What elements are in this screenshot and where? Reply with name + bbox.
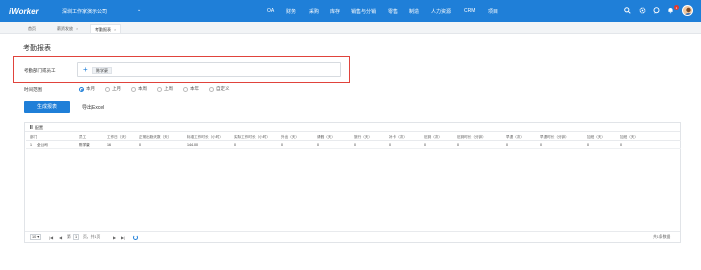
table-cell: 0 bbox=[540, 143, 542, 147]
tab-attendance-label: 考勤报表 bbox=[95, 27, 111, 32]
table-cell: 0 bbox=[354, 143, 356, 147]
top-navbar: iWorker 深圳工作家演示公司 ⌄ OA 财务 采购 库存 销售与分销 零售… bbox=[0, 0, 701, 22]
generate-report-button[interactable]: 生成报表 bbox=[24, 101, 70, 113]
department-employee-picker[interactable]: + 陈学豪 bbox=[77, 62, 341, 77]
radio-label: 上周 bbox=[164, 86, 173, 91]
department-employee-label: 考勤部门或员工 bbox=[24, 68, 56, 73]
settings-icon[interactable] bbox=[638, 6, 647, 15]
nav-item-project[interactable]: 项目 bbox=[488, 8, 498, 15]
last-page-button[interactable]: ▶| bbox=[121, 235, 125, 240]
time-range-label: 时间范围 bbox=[24, 87, 42, 92]
radio-custom[interactable]: 自定义 bbox=[209, 86, 230, 92]
radio-last-month[interactable]: 上月 bbox=[105, 86, 121, 92]
tab-home[interactable]: 首页 bbox=[24, 24, 40, 33]
table-cell: 0 bbox=[457, 143, 459, 147]
record-count: 共1条数据 bbox=[653, 235, 671, 239]
table-cell: 16 bbox=[107, 143, 111, 147]
export-excel-button[interactable]: 导出Excel bbox=[82, 104, 104, 111]
tab-home-label: 首页 bbox=[28, 26, 36, 31]
radio-unchecked-icon bbox=[209, 86, 214, 92]
table-cell: 0 bbox=[234, 143, 236, 147]
table-cell: 0 bbox=[587, 143, 589, 147]
selected-employee-chip[interactable]: 陈学豪 bbox=[92, 67, 112, 74]
prev-page-button[interactable]: ◀ bbox=[59, 235, 62, 240]
page-size-select[interactable]: 10 ▾ bbox=[30, 234, 42, 240]
table-cell: 0 bbox=[317, 143, 319, 147]
panel-header: 配置 bbox=[25, 123, 680, 132]
radio-label: 本月 bbox=[86, 86, 95, 91]
report-panel: 配置 部门 员工 工作日（天） 正常出勤天数（天） 标准工作时长（小时） 实际工… bbox=[24, 122, 681, 243]
header-divider bbox=[26, 140, 681, 141]
row-index: 1 bbox=[30, 143, 32, 147]
radio-unchecked-icon bbox=[157, 86, 162, 92]
radio-this-year[interactable]: 本年 bbox=[183, 86, 199, 92]
tab-payroll[interactable]: 薪资发放 × bbox=[53, 24, 83, 33]
table-cell: 0 bbox=[281, 143, 283, 147]
tab-attendance-report[interactable]: 考勤报表 × bbox=[90, 24, 122, 33]
tab-strip: 首页 薪资发放 × 考勤报表 × bbox=[0, 22, 701, 34]
first-page-button[interactable]: |◀ bbox=[49, 235, 53, 240]
pagination-bar: 10 ▾ |◀ ◀ 第 1 页，共1页 ▶ ▶| 共1条数据 bbox=[25, 231, 680, 243]
radio-label: 本周 bbox=[138, 86, 147, 91]
nav-item-manufacturing[interactable]: 制造 bbox=[409, 8, 419, 15]
radio-label: 本年 bbox=[190, 86, 199, 91]
company-name[interactable]: 深圳工作家演示公司 bbox=[62, 8, 107, 15]
page-prefix: 第 bbox=[67, 235, 71, 239]
user-avatar[interactable] bbox=[682, 5, 693, 16]
chat-icon[interactable] bbox=[652, 6, 661, 15]
radio-label: 上月 bbox=[112, 86, 121, 91]
notification-badge: 1 bbox=[674, 5, 679, 10]
page-title: 考勤报表 bbox=[23, 45, 51, 52]
refresh-icon[interactable] bbox=[133, 234, 138, 240]
company-dropdown-icon[interactable]: ⌄ bbox=[137, 7, 141, 13]
page-number-input[interactable]: 1 bbox=[73, 234, 80, 240]
nav-item-crm[interactable]: CRM bbox=[464, 8, 475, 14]
radio-unchecked-icon bbox=[105, 86, 110, 92]
next-page-button[interactable]: ▶ bbox=[113, 235, 116, 240]
close-icon[interactable]: × bbox=[114, 27, 116, 32]
radio-unchecked-icon bbox=[131, 86, 136, 92]
tab-payroll-label: 薪资发放 bbox=[57, 26, 73, 31]
app-logo[interactable]: iWorker bbox=[9, 7, 39, 16]
table-cell: 0 bbox=[389, 143, 391, 147]
table-cell: 0 bbox=[139, 143, 141, 147]
nav-item-retail[interactable]: 零售 bbox=[388, 8, 398, 15]
close-icon[interactable]: × bbox=[76, 26, 78, 31]
radio-this-week[interactable]: 本周 bbox=[131, 86, 147, 92]
table-cell: 0 bbox=[620, 143, 622, 147]
config-button[interactable]: 配置 bbox=[35, 125, 43, 131]
nav-item-purchase[interactable]: 采购 bbox=[309, 8, 319, 15]
page-suffix: 页，共1页 bbox=[83, 235, 101, 239]
table-cell: 0 bbox=[506, 143, 508, 147]
nav-item-finance[interactable]: 财务 bbox=[286, 8, 296, 15]
nav-item-oa[interactable]: OA bbox=[267, 8, 274, 14]
radio-last-week[interactable]: 上周 bbox=[157, 86, 173, 92]
radio-unchecked-icon bbox=[183, 86, 188, 92]
config-icon[interactable] bbox=[30, 125, 31, 129]
table-cell: 0 bbox=[424, 143, 426, 147]
nav-item-sales[interactable]: 销售与分销 bbox=[351, 8, 376, 15]
radio-label: 自定义 bbox=[216, 86, 230, 91]
radio-checked-icon bbox=[79, 86, 84, 92]
nav-item-hr[interactable]: 人力资源 bbox=[431, 8, 451, 15]
table-cell: 144.00 bbox=[187, 143, 198, 147]
add-icon[interactable]: + bbox=[83, 65, 88, 74]
radio-this-month[interactable]: 本月 bbox=[79, 86, 95, 92]
row-divider bbox=[26, 148, 681, 149]
nav-item-inventory[interactable]: 库存 bbox=[330, 8, 340, 15]
search-icon[interactable] bbox=[623, 6, 632, 15]
